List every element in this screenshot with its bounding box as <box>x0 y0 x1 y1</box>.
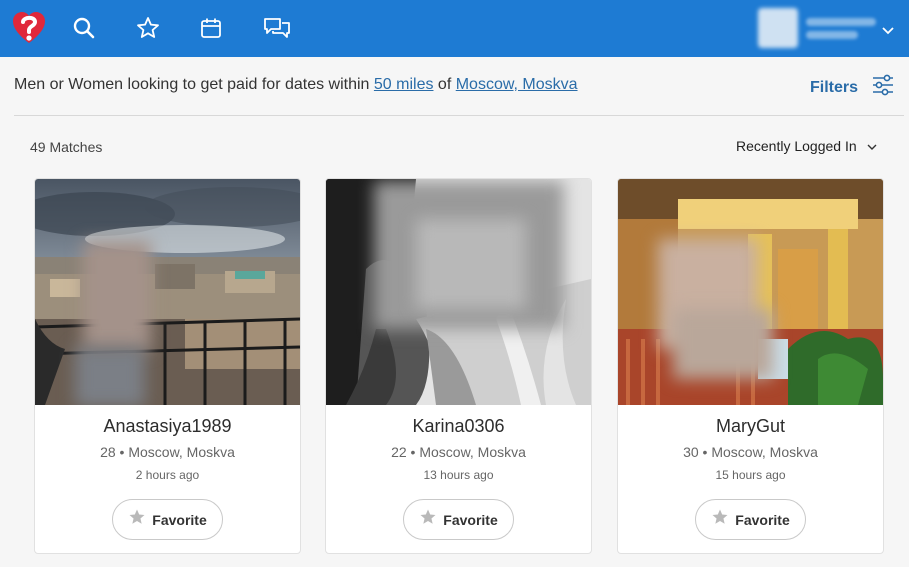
sliders-icon <box>872 74 894 101</box>
last-active: 15 hours ago <box>715 468 786 482</box>
sort-label: Recently Logged In <box>736 138 857 154</box>
logo-icon[interactable] <box>11 10 47 46</box>
last-active: 13 hours ago <box>423 468 494 482</box>
search-icon[interactable] <box>71 14 97 42</box>
top-nav-bar <box>0 0 909 57</box>
star-icon <box>711 508 729 531</box>
profile-age-location: 30 • Moscow, Moskva <box>683 444 818 460</box>
favorite-label: Favorite <box>152 511 207 528</box>
star-icon[interactable] <box>135 14 161 42</box>
match-count: 49 Matches <box>30 139 103 155</box>
profile-name[interactable]: Anastasiya1989 <box>35 416 300 437</box>
chevron-down-icon <box>882 22 894 40</box>
last-active: 2 hours ago <box>135 468 200 482</box>
divider <box>14 115 904 116</box>
search-prefix: Men or Women looking to get paid for dat… <box>14 76 374 93</box>
profile-name[interactable]: MaryGut <box>618 416 883 437</box>
profile-photo[interactable] <box>35 179 300 405</box>
calendar-icon[interactable] <box>198 14 224 42</box>
filters-label: Filters <box>810 78 859 96</box>
star-icon <box>419 508 437 531</box>
profile-card[interactable]: Anastasiya1989 28 • Moscow, Moskva 2 hou… <box>34 178 301 554</box>
avatar <box>758 8 798 48</box>
chevron-down-icon <box>867 138 877 154</box>
filters-button[interactable]: Filters <box>810 74 894 101</box>
distance-link[interactable]: 50 miles <box>374 76 434 93</box>
profile-age-location: 22 • Moscow, Moskva <box>391 444 526 460</box>
user-menu[interactable] <box>758 8 906 48</box>
chat-icon[interactable] <box>263 14 291 42</box>
profile-age-location: 28 • Moscow, Moskva <box>100 444 235 460</box>
profile-card[interactable]: MaryGut 30 • Moscow, Moskva 15 hours ago… <box>617 178 884 554</box>
user-info-blurred <box>806 13 876 44</box>
location-link[interactable]: Moscow, Moskva <box>456 76 578 93</box>
favorite-button[interactable]: Favorite <box>403 499 514 540</box>
search-summary: Men or Women looking to get paid for dat… <box>14 76 578 94</box>
favorite-label: Favorite <box>443 511 498 528</box>
profile-name[interactable]: Karina0306 <box>326 416 591 437</box>
profile-photo[interactable] <box>618 179 883 405</box>
profile-photo[interactable] <box>326 179 591 405</box>
favorite-button[interactable]: Favorite <box>695 499 806 540</box>
star-icon <box>128 508 146 531</box>
profile-card[interactable]: Karina0306 22 • Moscow, Moskva 13 hours … <box>325 178 592 554</box>
search-mid: of <box>433 76 456 93</box>
favorite-button[interactable]: Favorite <box>112 499 223 540</box>
favorite-label: Favorite <box>735 511 790 528</box>
sort-select[interactable]: Recently Logged In <box>736 138 877 154</box>
